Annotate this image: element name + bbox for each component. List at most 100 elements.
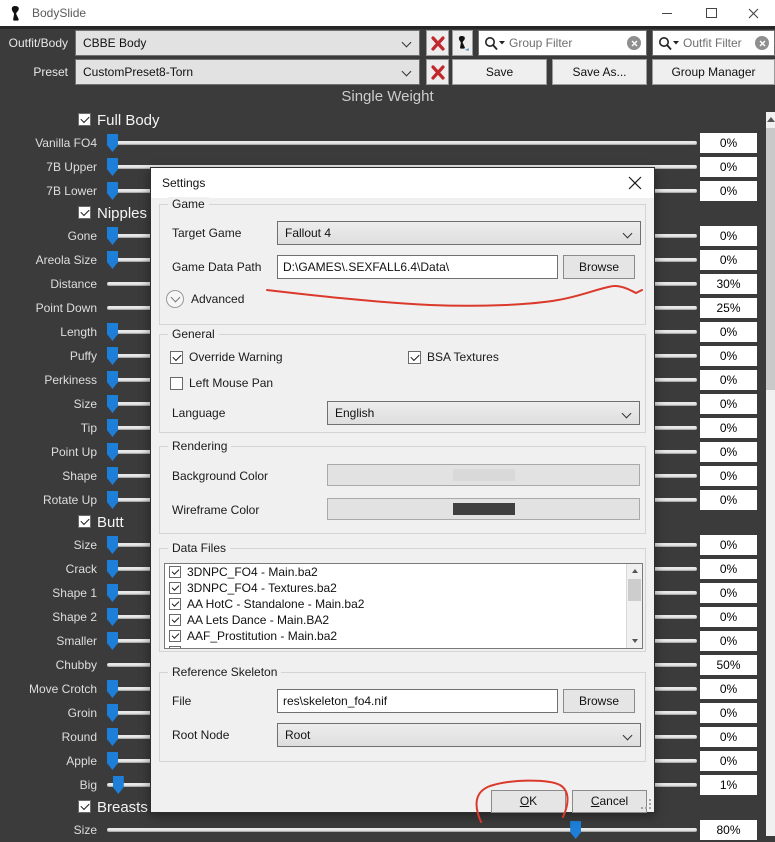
slider-percent-field[interactable]: 25% bbox=[700, 298, 757, 318]
data-files-list[interactable]: 3DNPC_FO4 - Main.ba23DNPC_FO4 - Textures… bbox=[164, 563, 643, 649]
slider-percent-field[interactable]: 0% bbox=[700, 703, 757, 723]
checkbox-checked-icon[interactable] bbox=[169, 614, 181, 626]
checkbox-checked-icon[interactable] bbox=[169, 630, 181, 642]
root-node-dropdown[interactable]: Root bbox=[277, 723, 641, 747]
cancel-button[interactable]: Cancel bbox=[572, 790, 647, 813]
bsa-textures-checkbox[interactable]: BSA Textures bbox=[408, 350, 499, 364]
main-scrollbar[interactable] bbox=[766, 112, 775, 836]
slider-percent-field[interactable]: 0% bbox=[700, 133, 757, 153]
checkbox-checked-icon[interactable] bbox=[169, 566, 181, 578]
slider-percent-field[interactable]: 0% bbox=[700, 346, 757, 366]
slider-percent-field[interactable]: 30% bbox=[700, 274, 757, 294]
slider-thumb[interactable] bbox=[107, 680, 118, 698]
scrollbar-thumb[interactable] bbox=[766, 128, 775, 390]
slider-thumb[interactable] bbox=[107, 728, 118, 746]
advanced-toggle[interactable]: Advanced bbox=[166, 290, 244, 308]
list-scrollbar-thumb[interactable] bbox=[628, 579, 641, 601]
slider-thumb[interactable] bbox=[107, 251, 118, 269]
dialog-close-button[interactable] bbox=[628, 176, 642, 190]
slider-percent-field[interactable]: 0% bbox=[700, 418, 757, 438]
slider-track[interactable] bbox=[107, 828, 697, 832]
slider-thumb[interactable] bbox=[107, 347, 118, 365]
checkbox-checked-icon[interactable] bbox=[78, 113, 91, 126]
scroll-up-button[interactable] bbox=[766, 112, 775, 127]
slider-thumb[interactable] bbox=[107, 491, 118, 509]
list-scroll-up-button[interactable] bbox=[627, 564, 642, 578]
slider-percent-field[interactable]: 0% bbox=[700, 157, 757, 177]
close-button[interactable] bbox=[733, 0, 773, 26]
preset-dropdown[interactable]: CustomPreset8-Torn bbox=[75, 59, 420, 85]
slider-track[interactable] bbox=[107, 141, 697, 145]
resize-grip[interactable] bbox=[642, 800, 651, 809]
preview-button[interactable] bbox=[452, 30, 473, 56]
slider-thumb[interactable] bbox=[107, 158, 118, 176]
slider-thumb[interactable] bbox=[107, 467, 118, 485]
slider-percent-field[interactable]: 0% bbox=[700, 583, 757, 603]
slider-thumb[interactable] bbox=[107, 371, 118, 389]
clear-outfit-button[interactable] bbox=[426, 30, 449, 56]
slider-percent-field[interactable]: 0% bbox=[700, 535, 757, 555]
browse-data-path-button[interactable]: Browse bbox=[563, 255, 635, 279]
checkbox-checked-icon[interactable] bbox=[78, 800, 91, 813]
slider-thumb[interactable] bbox=[107, 584, 118, 602]
slider-percent-field[interactable]: 0% bbox=[700, 370, 757, 390]
list-scrollbar[interactable] bbox=[626, 564, 642, 648]
slider-percent-field[interactable]: 0% bbox=[700, 490, 757, 510]
data-file-item[interactable]: AA Lets Dance - Main.BA2 bbox=[165, 612, 642, 628]
slider-percent-field[interactable]: 0% bbox=[700, 181, 757, 201]
checkbox-checked-icon[interactable] bbox=[78, 515, 91, 528]
slider-percent-field[interactable]: 0% bbox=[700, 559, 757, 579]
minimize-button[interactable] bbox=[647, 0, 687, 26]
group-filter-input[interactable]: Group Filter bbox=[478, 30, 647, 56]
slider-percent-field[interactable]: 0% bbox=[700, 727, 757, 747]
slider-thumb[interactable] bbox=[107, 323, 118, 341]
slider-thumb[interactable] bbox=[107, 182, 118, 200]
outfit-body-dropdown[interactable]: CBBE Body bbox=[75, 30, 420, 56]
save-as-button[interactable]: Save As... bbox=[552, 59, 647, 85]
clear-group-filter-button[interactable] bbox=[627, 36, 641, 50]
skeleton-file-field[interactable]: res\skeleton_fo4.nif bbox=[277, 689, 558, 713]
data-file-item[interactable]: 3DNPC_FO4 - Textures.ba2 bbox=[165, 580, 642, 596]
slider-percent-field[interactable]: 0% bbox=[700, 394, 757, 414]
language-dropdown[interactable]: English bbox=[327, 401, 640, 425]
left-mouse-pan-checkbox[interactable]: Left Mouse Pan bbox=[170, 376, 273, 390]
slider-thumb[interactable] bbox=[107, 443, 118, 461]
slider-percent-field[interactable]: 0% bbox=[700, 466, 757, 486]
slider-percent-field[interactable]: 0% bbox=[700, 679, 757, 699]
slider-percent-field[interactable]: 0% bbox=[700, 226, 757, 246]
outfit-filter-input[interactable]: Outfit Filter bbox=[652, 30, 775, 56]
ok-button[interactable]: OK bbox=[491, 790, 566, 813]
game-data-path-field[interactable]: D:\GAMES\.SEXFALL6.4\Data\ bbox=[277, 255, 558, 279]
wireframe-color-button[interactable] bbox=[327, 498, 640, 520]
slider-thumb[interactable] bbox=[107, 560, 118, 578]
slider-thumb[interactable] bbox=[107, 704, 118, 722]
slider-percent-field[interactable]: 80% bbox=[700, 820, 757, 840]
slider-thumb[interactable] bbox=[107, 227, 118, 245]
list-scroll-down-button[interactable] bbox=[627, 634, 642, 648]
slider-percent-field[interactable]: 0% bbox=[700, 607, 757, 627]
data-file-item[interactable]: AAF_Prostitution - Main.ba2 bbox=[165, 628, 642, 644]
slider-thumb[interactable] bbox=[107, 752, 118, 770]
group-manager-button[interactable]: Group Manager bbox=[652, 59, 775, 85]
save-button[interactable]: Save bbox=[452, 59, 547, 85]
slider-percent-field[interactable]: 0% bbox=[700, 322, 757, 342]
override-warning-checkbox[interactable]: Override Warning bbox=[170, 350, 283, 364]
data-file-item[interactable]: 3DNPC_FO4 - Main.ba2 bbox=[165, 564, 642, 580]
slider-percent-field[interactable]: 1% bbox=[700, 775, 757, 795]
clear-preset-button[interactable] bbox=[426, 59, 449, 85]
slider-thumb[interactable] bbox=[107, 536, 118, 554]
slider-percent-field[interactable]: 0% bbox=[700, 631, 757, 651]
slider-thumb[interactable] bbox=[107, 632, 118, 650]
target-game-dropdown[interactable]: Fallout 4 bbox=[277, 221, 641, 245]
slider-thumb[interactable] bbox=[107, 419, 118, 437]
checkbox-checked-icon[interactable] bbox=[78, 206, 91, 219]
browse-skeleton-button[interactable]: Browse bbox=[563, 689, 635, 713]
slider-thumb[interactable] bbox=[113, 776, 124, 794]
slider-thumb[interactable] bbox=[107, 608, 118, 626]
data-file-item[interactable]: AA HotC - Standalone - Main.ba2 bbox=[165, 596, 642, 612]
slider-percent-field[interactable]: 0% bbox=[700, 250, 757, 270]
checkbox-checked-icon[interactable] bbox=[169, 598, 181, 610]
slider-percent-field[interactable]: 0% bbox=[700, 442, 757, 462]
slider-thumb[interactable] bbox=[107, 134, 118, 152]
slider-percent-field[interactable]: 0% bbox=[700, 751, 757, 771]
